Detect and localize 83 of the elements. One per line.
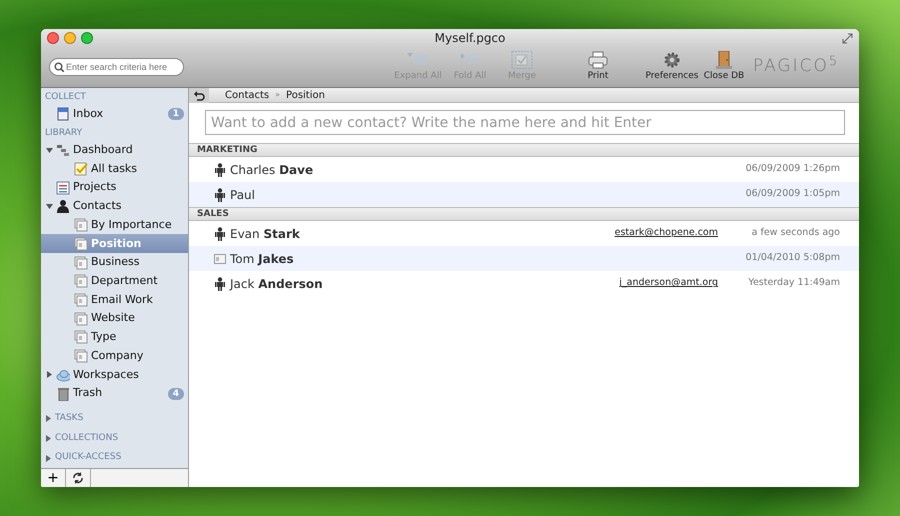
sidebar-item[interactable]: Workspaces — [41, 366, 188, 384]
contact-time: 06/09/2009 1:26pm — [744, 162, 840, 176]
window-title: Myself.pgco — [434, 30, 506, 47]
contact-name: Jack Anderson — [230, 276, 323, 292]
breadcrumb-link[interactable]: Contacts — [225, 88, 270, 102]
checkbox-icon — [510, 50, 534, 69]
contact-time: Yesterday 11:49am — [747, 276, 840, 290]
person-icon — [214, 188, 226, 202]
contact-card-icon — [214, 252, 226, 266]
count-badge: 4 — [168, 388, 184, 400]
contact-row[interactable]: Tom Jakes 01/04/2010 5:08pm — [189, 246, 859, 271]
search-field[interactable]: Enter search criteria here — [49, 58, 184, 76]
toolbar-button[interactable]: Preferences — [646, 50, 698, 84]
section-heading: COLLECT — [44, 91, 87, 104]
collapse-icon — [46, 202, 52, 210]
email-link[interactable]: estark@chopene.com — [614, 226, 718, 241]
expand-icon — [45, 435, 52, 442]
contact-time: 06/09/2009 1:05pm — [744, 187, 840, 202]
sidebar-item[interactable]: Type — [41, 328, 188, 347]
cloud-icon — [56, 368, 70, 382]
expand-icon — [45, 415, 52, 422]
window-control[interactable] — [81, 32, 93, 44]
sidebar-item[interactable]: Contacts — [41, 196, 188, 216]
trash-icon — [56, 386, 70, 401]
window-control[interactable] — [47, 32, 59, 44]
contact-row[interactable]: Charles Dave 06/09/2009 1:26pm — [189, 157, 859, 182]
print-icon — [586, 50, 610, 69]
contact-row[interactable]: Evan Stark estark@chopene.com a few seconds ago — [189, 221, 859, 246]
refresh-icon — [72, 472, 84, 484]
toolbar-button[interactable]: Print — [572, 50, 624, 84]
sidebar-item[interactable]: Website — [41, 309, 188, 328]
contact-time: 01/04/2010 5:08pm — [744, 251, 840, 266]
document-icon — [56, 180, 70, 195]
collapse-icon — [46, 146, 52, 154]
sidebar-item[interactable]: Projects — [41, 178, 188, 197]
stacked-cards-icon — [74, 256, 88, 270]
toolbar-button[interactable]: Close DB — [698, 50, 750, 84]
contact-time: a few seconds ago — [750, 226, 840, 240]
hierarchy-icon — [56, 143, 70, 158]
contact-name: Paul — [230, 186, 255, 204]
new-contact-field[interactable]: Want to add a new contact? Write the name here and hit Enter — [205, 110, 845, 135]
app-logo: PAGICO$^{5}$ — [752, 54, 839, 78]
group-header: SALES — [189, 207, 859, 221]
group-header: MARKETING — [189, 143, 859, 157]
sidebar-item[interactable]: Inbox 1 — [41, 105, 188, 124]
email-link[interactable]: j_anderson@amt.org — [619, 276, 718, 291]
checklist-icon — [74, 162, 88, 176]
window-control[interactable] — [64, 32, 76, 44]
breadcrumb-separator: » — [275, 89, 280, 101]
sidebar-item[interactable]: Trash 4 — [41, 384, 188, 404]
sidebar-item[interactable]: By Importance — [41, 216, 188, 234]
stacked-cards-icon — [74, 218, 88, 232]
stacked-cards-icon — [74, 312, 88, 326]
sidebar-item[interactable]: Business — [41, 253, 188, 272]
contact-name: Tom Jakes — [230, 250, 294, 268]
person-icon — [214, 162, 226, 176]
stacked-cards-icon — [74, 292, 88, 307]
contact-row[interactable]: Paul 06/09/2009 1:05pm — [189, 182, 859, 207]
sidebar-item[interactable]: Email Work — [41, 290, 188, 310]
add-button[interactable]: + — [41, 469, 66, 487]
section-heading: LIBRARY — [44, 126, 84, 140]
person-icon — [214, 276, 226, 290]
count-badge: 1 — [168, 108, 184, 120]
sidebar-item[interactable]: Dashboard — [41, 140, 188, 160]
stacked-cards-icon — [74, 274, 88, 288]
stacked-cards-icon — [74, 236, 88, 251]
contact-name: Charles Dave — [230, 162, 314, 178]
expand-icon — [46, 371, 52, 378]
fullscreen-icon — [842, 32, 853, 44]
sidebar-item[interactable]: Company — [41, 346, 188, 366]
inbox-icon — [56, 107, 70, 122]
back-button[interactable] — [189, 88, 209, 102]
sidebar-item[interactable]: Department — [41, 272, 188, 291]
expand-icon — [45, 454, 52, 462]
contact-row[interactable]: Jack Anderson j_anderson@amt.org Yesterday 11:49am — [189, 271, 859, 296]
breadcrumb-link[interactable]: Position — [286, 88, 325, 102]
undo-icon — [193, 89, 205, 101]
person-icon — [214, 226, 226, 240]
sidebar-item[interactable]: All tasks — [41, 159, 188, 178]
contact-name: Evan Stark — [230, 226, 300, 242]
stacked-cards-icon — [74, 349, 88, 364]
stacked-cards-icon — [74, 330, 88, 344]
person-icon — [56, 199, 70, 214]
